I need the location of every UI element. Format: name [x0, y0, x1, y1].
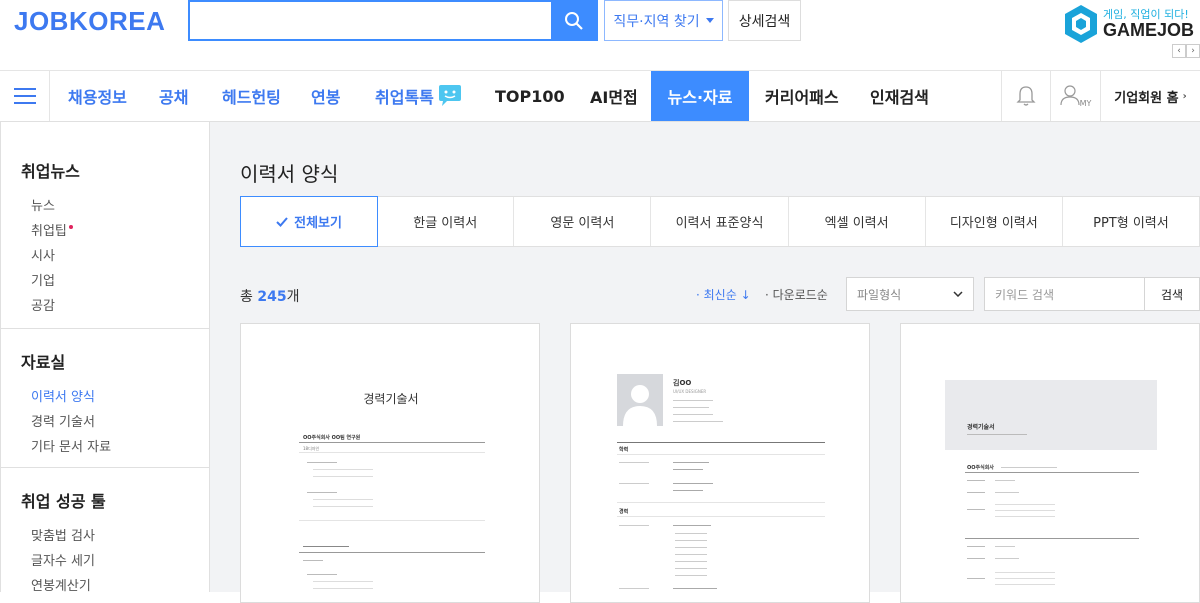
nav-talent-search[interactable]: 인재검색 [870, 71, 929, 121]
nav-jobs[interactable]: 채용정보 [68, 71, 127, 121]
detail-search-button[interactable]: 상세검색 [728, 0, 801, 41]
nav-headhunting[interactable]: 헤드헌팅 [222, 71, 281, 121]
sort-latest-label: 최신순 ↓ [703, 288, 751, 302]
gamejob-banner[interactable]: 게임, 직업이 되다! GAMEJOB [1063, 2, 1200, 46]
check-icon [276, 216, 288, 227]
sidebar-item-char-count[interactable]: 글자수 세기 [21, 549, 209, 574]
resume-card[interactable]: 경력기술서 OO주식회사 OO팀 연구원 18디자인 [240, 323, 540, 603]
count-suffix: 개 [286, 289, 300, 305]
card-preview-title: 경력기술서 [967, 424, 995, 431]
count-value: 245 [257, 289, 287, 305]
gamejob-name: GAMEJOB [1103, 20, 1195, 40]
tab-all[interactable]: 전체보기 [240, 196, 379, 247]
resume-card[interactable]: 김OO UI/UX DESIGNER 학력 경력 [570, 323, 870, 603]
sidebar-title-news: 취업뉴스 [21, 162, 80, 181]
search-icon [564, 11, 583, 30]
chevron-down-icon [953, 291, 963, 297]
card-preview-title: 경력기술서 [363, 392, 419, 406]
notification-button[interactable] [1001, 71, 1050, 121]
nav-news[interactable]: 뉴스·자료 [651, 71, 749, 121]
sidebar-item-career-desc[interactable]: 경력 기술서 [21, 410, 209, 435]
sidebar-item-spell-check[interactable]: 맞춤법 검사 [21, 524, 209, 549]
sidebar-item-tips-label: 취업팁 [31, 224, 67, 239]
sort-latest[interactable]: · 최신순 ↓ [696, 286, 751, 303]
keyword-input[interactable]: 키워드 검색 [984, 277, 1145, 311]
nav-talk-label: 취업톡톡 [375, 88, 434, 107]
nav-salary[interactable]: 연봉 [311, 71, 340, 121]
my-label: MY [1079, 98, 1092, 108]
main-nav: 채용정보 공채 헤드헌팅 연봉 취업톡톡 TOP100 AI면접 뉴스·자료 커… [0, 70, 1200, 122]
sidebar-section-archive: 자료실 이력서 양식 경력 기술서 기타 문서 자료 [1, 329, 209, 468]
tab-standard[interactable]: 이력서 표준양식 [651, 197, 789, 246]
tab-all-label: 전체보기 [294, 216, 342, 231]
main-content: 이력서 양식 전체보기 한글 이력서 영문 이력서 이력서 표준양식 엑셀 이력… [210, 122, 1200, 603]
profile-photo [617, 374, 663, 426]
sidebar-item-salary-calc[interactable]: 연봉계산기 [21, 574, 209, 599]
sidebar-item-resume-form[interactable]: 이력서 양식 [21, 385, 209, 410]
top-bar: JOBKOREA 직무·지역 찾기 상세검색 게임, 직업이 되다! GAMEJ… [0, 0, 1200, 70]
nav-recruit[interactable]: 공채 [159, 71, 188, 121]
my-button[interactable]: MY [1050, 71, 1100, 121]
corporate-home-link[interactable]: 기업회원 홈 › [1100, 71, 1200, 121]
card-preview-section1: 학력 [619, 447, 629, 453]
search-button[interactable] [551, 2, 596, 39]
banner-pager: ‹ › [1172, 44, 1200, 58]
new-dot-icon [68, 224, 73, 229]
sidebar-title-tools: 취업 성공 툴 [21, 492, 106, 511]
card-preview-section2: 경력 [619, 509, 629, 515]
category-tabs: 전체보기 한글 이력서 영문 이력서 이력서 표준양식 엑셀 이력서 디자인형 … [240, 196, 1200, 247]
sort-downloads-label: 다운로드순 [772, 288, 828, 302]
sidebar-section-news: 취업뉴스 뉴스 취업팁 시사 기업 공감 [1, 122, 209, 329]
tab-hangul[interactable]: 한글 이력서 [377, 197, 515, 246]
resume-card[interactable]: 경력기술서 OO주식회사 [900, 323, 1200, 603]
nav-talk[interactable]: 취업톡톡 [375, 71, 463, 121]
card-preview-company: OO주식회사 OO팀 연구원 [303, 435, 361, 441]
card-preview-name: 김OO [673, 379, 692, 387]
jobkorea-logo[interactable]: JOBKOREA [14, 6, 165, 37]
nav-top100[interactable]: TOP100 [495, 71, 565, 121]
tab-ppt[interactable]: PPT형 이력서 [1063, 197, 1199, 246]
sidebar-item-news[interactable]: 뉴스 [21, 194, 209, 219]
count-prefix: 총 [240, 289, 253, 305]
sort-downloads[interactable]: · 다운로드순 [765, 286, 828, 303]
search-input[interactable] [190, 2, 551, 39]
sidebar-section-tools: 취업 성공 툴 맞춤법 검사 글자수 세기 연봉계산기 [1, 468, 209, 599]
corp-label: 기업회원 홈 [1114, 90, 1179, 106]
tab-excel[interactable]: 엑셀 이력서 [789, 197, 926, 246]
person-placeholder-icon [623, 385, 657, 426]
sidebar-title-archive: 자료실 [21, 353, 66, 372]
hamburger-icon [13, 88, 36, 104]
job-region-filter-button[interactable]: 직무·지역 찾기 [604, 0, 723, 41]
nav-careerpath[interactable]: 커리어패스 [765, 71, 839, 121]
sidebar-item-empathy[interactable]: 공감 [21, 294, 209, 319]
tab-english[interactable]: 영문 이력서 [514, 197, 652, 246]
bell-icon [1016, 86, 1036, 106]
card-preview-role: UI/UX DESIGNER [673, 389, 707, 394]
sidebar-item-tips[interactable]: 취업팁 [21, 219, 209, 244]
file-type-label: 파일형식 [857, 287, 902, 302]
file-type-select[interactable]: 파일형식 [846, 277, 974, 311]
tab-design[interactable]: 디자인형 이력서 [926, 197, 1063, 246]
search-box [188, 0, 598, 41]
next-arrow-icon[interactable]: › [1186, 44, 1200, 58]
gamejob-logo-icon [1065, 5, 1097, 43]
keyword-search-button[interactable]: 검색 [1144, 277, 1200, 311]
result-count: 총 245개 [240, 286, 299, 306]
prev-arrow-icon[interactable]: ‹ [1172, 44, 1186, 58]
card-preview-company: OO주식회사 [967, 465, 994, 471]
card-preview-header-block [945, 380, 1157, 450]
sidebar-item-other-docs[interactable]: 기타 문서 자료 [21, 435, 209, 460]
chevron-right-icon: › [1182, 90, 1187, 102]
sidebar-item-company[interactable]: 기업 [21, 269, 209, 294]
page-title: 이력서 양식 [240, 162, 339, 186]
sidebar-item-current[interactable]: 시사 [21, 244, 209, 269]
filter-label: 직무·지역 찾기 [613, 13, 700, 30]
chat-icon [438, 85, 461, 106]
menu-button[interactable] [0, 71, 50, 121]
nav-ai-interview[interactable]: AI면접 [590, 71, 638, 121]
caret-down-icon [705, 18, 714, 23]
sidebar: 취업뉴스 뉴스 취업팁 시사 기업 공감 자료실 이력서 양식 경력 기술서 기… [0, 122, 210, 594]
